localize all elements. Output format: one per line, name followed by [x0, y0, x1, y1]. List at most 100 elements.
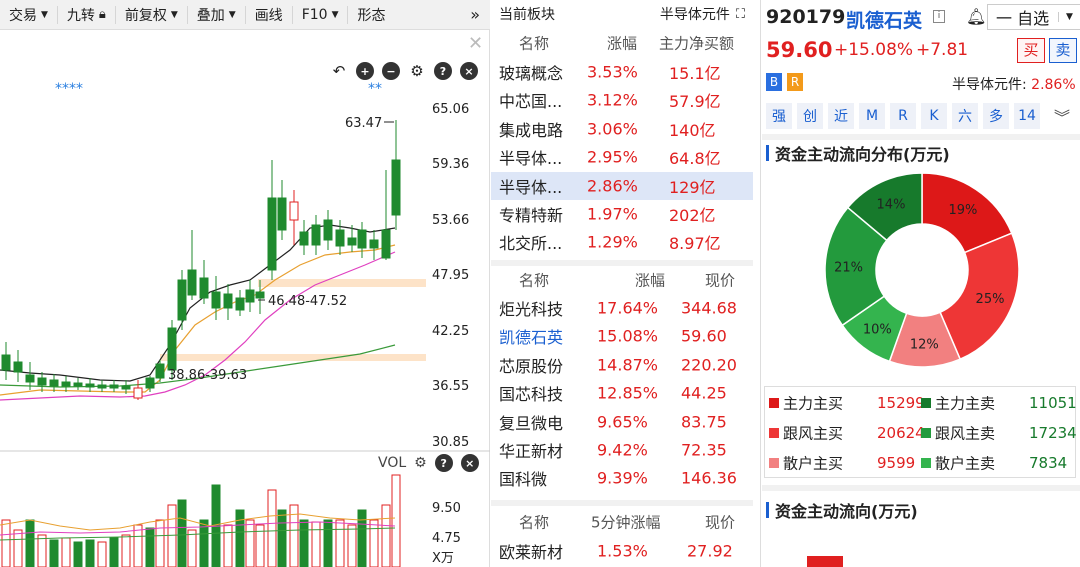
fund-flow-donut[interactable]: 19% 25% 12% 10% 21% 14%	[817, 165, 1027, 375]
table-row[interactable]: 芯原股份 14.87% 220.20	[491, 351, 753, 379]
volume-bar	[155, 519, 165, 567]
watchlist-label: 一 自选	[996, 9, 1050, 28]
cell-name: 国芯科技	[499, 385, 564, 405]
price-tick: 47.95	[432, 268, 469, 283]
badge-r: R	[787, 73, 803, 91]
cell-net: 64.8亿	[669, 149, 721, 169]
table-row[interactable]: 国芯科技 12.85% 44.25	[491, 379, 753, 407]
fund-flow-legend: 主力主买 15299 主力主卖 11051 跟风主买 20624 跟风主卖 17234 散户主买…	[764, 386, 1077, 478]
lock-icon: 🔒︎	[98, 7, 106, 22]
undo-icon[interactable]: ↶	[330, 62, 348, 80]
table-row[interactable]: 集成电路 3.06% 140亿	[491, 115, 753, 143]
cell-pct: 3.06%	[587, 119, 638, 139]
table-row[interactable]: 华正新材 9.42% 72.35	[491, 436, 753, 464]
cell-pct: 17.64%	[597, 298, 659, 318]
indicator-button[interactable]: K	[921, 103, 947, 129]
cell-price: 146.36	[681, 468, 737, 488]
double-chevron-right-icon[interactable]: »	[460, 5, 490, 24]
cell-pct: 1.53%	[597, 541, 648, 561]
candle	[357, 229, 367, 249]
price-tick: 36.55	[432, 379, 469, 394]
close-circle-icon[interactable]: ×	[460, 454, 479, 472]
watchlist-button[interactable]: 一 自选 ▼	[987, 4, 1080, 30]
stock-name[interactable]: 凯德石英	[846, 6, 922, 33]
legend-label: 跟风主卖	[935, 424, 996, 443]
cell-name: 凯德石英	[499, 328, 564, 348]
indicator-button[interactable]: 多	[983, 103, 1009, 129]
table-row[interactable]: 国科微 9.39% 146.36	[491, 464, 753, 492]
candle	[177, 279, 187, 321]
indicator-button[interactable]: 创	[797, 103, 823, 129]
table-row[interactable]: 专精特新 1.97% 202亿	[491, 200, 753, 228]
toolbar-draw-button[interactable]: 画线	[246, 0, 292, 30]
indicator-button-row: 强创近 M R K 六多 14	[766, 103, 1040, 129]
help-icon[interactable]: ?	[434, 454, 453, 472]
indicator-button[interactable]: R	[890, 103, 916, 129]
zoom-out-icon[interactable]: −	[382, 62, 400, 80]
toolbar-f10-menu[interactable]: F10 ▼	[293, 0, 348, 30]
volume-tick: 9.50	[432, 501, 461, 516]
candle	[167, 327, 177, 371]
table-row[interactable]: 半导体... 2.86% 129亿	[491, 171, 753, 200]
table-row[interactable]: 北交所... 1.29% 8.97亿	[491, 228, 753, 256]
volume-bar	[267, 489, 277, 567]
cell-name: 国科微	[499, 470, 548, 490]
table-row[interactable]: 中芯国... 3.12% 57.9亿	[491, 86, 753, 114]
close-icon[interactable]: ✕	[468, 33, 483, 54]
indicator-button[interactable]: 强	[766, 103, 792, 129]
volume-bar	[235, 509, 245, 567]
support-zone-lower	[160, 354, 426, 361]
info-icon[interactable]: i	[933, 10, 945, 23]
gear-icon[interactable]: ⚙	[414, 455, 427, 471]
toolbar-trade-menu[interactable]: 交易 ▼	[0, 0, 57, 30]
volume-bar	[37, 534, 47, 567]
volume-bar	[49, 539, 59, 567]
signal-stars-left: ****	[55, 81, 83, 97]
candle	[267, 197, 277, 271]
bell-icon[interactable]: 🔔︎	[966, 7, 986, 26]
candle	[37, 377, 47, 386]
zoom-in-icon[interactable]: +	[356, 62, 374, 80]
donut-slice-label: 14%	[877, 197, 906, 212]
volume-bar	[277, 509, 287, 567]
volume-bar	[133, 524, 143, 567]
table-row[interactable]: 炬光科技 17.64% 344.68	[491, 294, 753, 322]
indicator-button[interactable]: 六	[952, 103, 978, 129]
cell-net: 57.9亿	[669, 92, 721, 112]
table-row[interactable]: 凯德石英 15.08% 59.60	[491, 322, 753, 350]
toolbar-nine-turn[interactable]: 九转 🔒︎	[58, 0, 115, 30]
current-sector[interactable]: 半导体元件	[660, 4, 730, 24]
kline-chart[interactable]: **** ** 63.47 46.48-47.52 38.86-39.63 65…	[0, 80, 490, 567]
zone-upper-annotation: 46.48-47.52	[268, 294, 347, 309]
close-circle-icon[interactable]: ×	[460, 62, 478, 80]
table-row[interactable]: 半导体... 2.95% 64.8亿	[491, 143, 753, 171]
expand-icon[interactable]: ⛶	[736, 7, 745, 22]
cell-pct: 14.87%	[597, 355, 659, 375]
buy-button[interactable]: 买	[1017, 38, 1045, 63]
cell-pct: 2.86%	[587, 176, 638, 196]
table-row[interactable]: 玻璃概念 3.53% 15.1亿	[491, 58, 753, 86]
donut-slice-label: 21%	[834, 261, 863, 276]
toolbar-overlay-menu[interactable]: 叠加 ▼	[188, 0, 245, 30]
zone-lower-annotation: 38.86-39.63	[168, 368, 247, 383]
volume-indicator-label[interactable]: VOL	[378, 455, 406, 471]
indicator-button[interactable]: 近	[828, 103, 854, 129]
indicator-button[interactable]: 14	[1014, 103, 1040, 129]
volume-bar	[145, 527, 155, 567]
toolbar-adjust-menu[interactable]: 前复权 ▼	[116, 0, 187, 30]
gear-icon[interactable]: ⚙	[408, 62, 426, 80]
caret-down-icon: ▼	[170, 9, 178, 20]
table-row[interactable]: 欧莱新材 1.53% 27.92	[491, 537, 753, 565]
double-chevron-down-icon[interactable]: ︾	[1054, 104, 1070, 128]
candle	[369, 239, 379, 249]
cell-name: 华正新材	[499, 442, 564, 461]
help-icon[interactable]: ?	[434, 62, 452, 80]
table-row[interactable]: 复旦微电 9.65% 83.75	[491, 408, 753, 436]
sell-button[interactable]: 卖	[1049, 38, 1077, 63]
toolbar-pattern-button[interactable]: 形态	[348, 0, 394, 30]
quote-panel: 920179 凯德石英 i 🔔︎ 一 自选 ▼ 59.60 +15.08% +7…	[762, 0, 1080, 567]
volume-bar	[61, 537, 71, 567]
caret-down-icon[interactable]: ▼	[1058, 12, 1080, 22]
buy-color-swatch	[769, 458, 779, 468]
indicator-button[interactable]: M	[859, 103, 885, 129]
